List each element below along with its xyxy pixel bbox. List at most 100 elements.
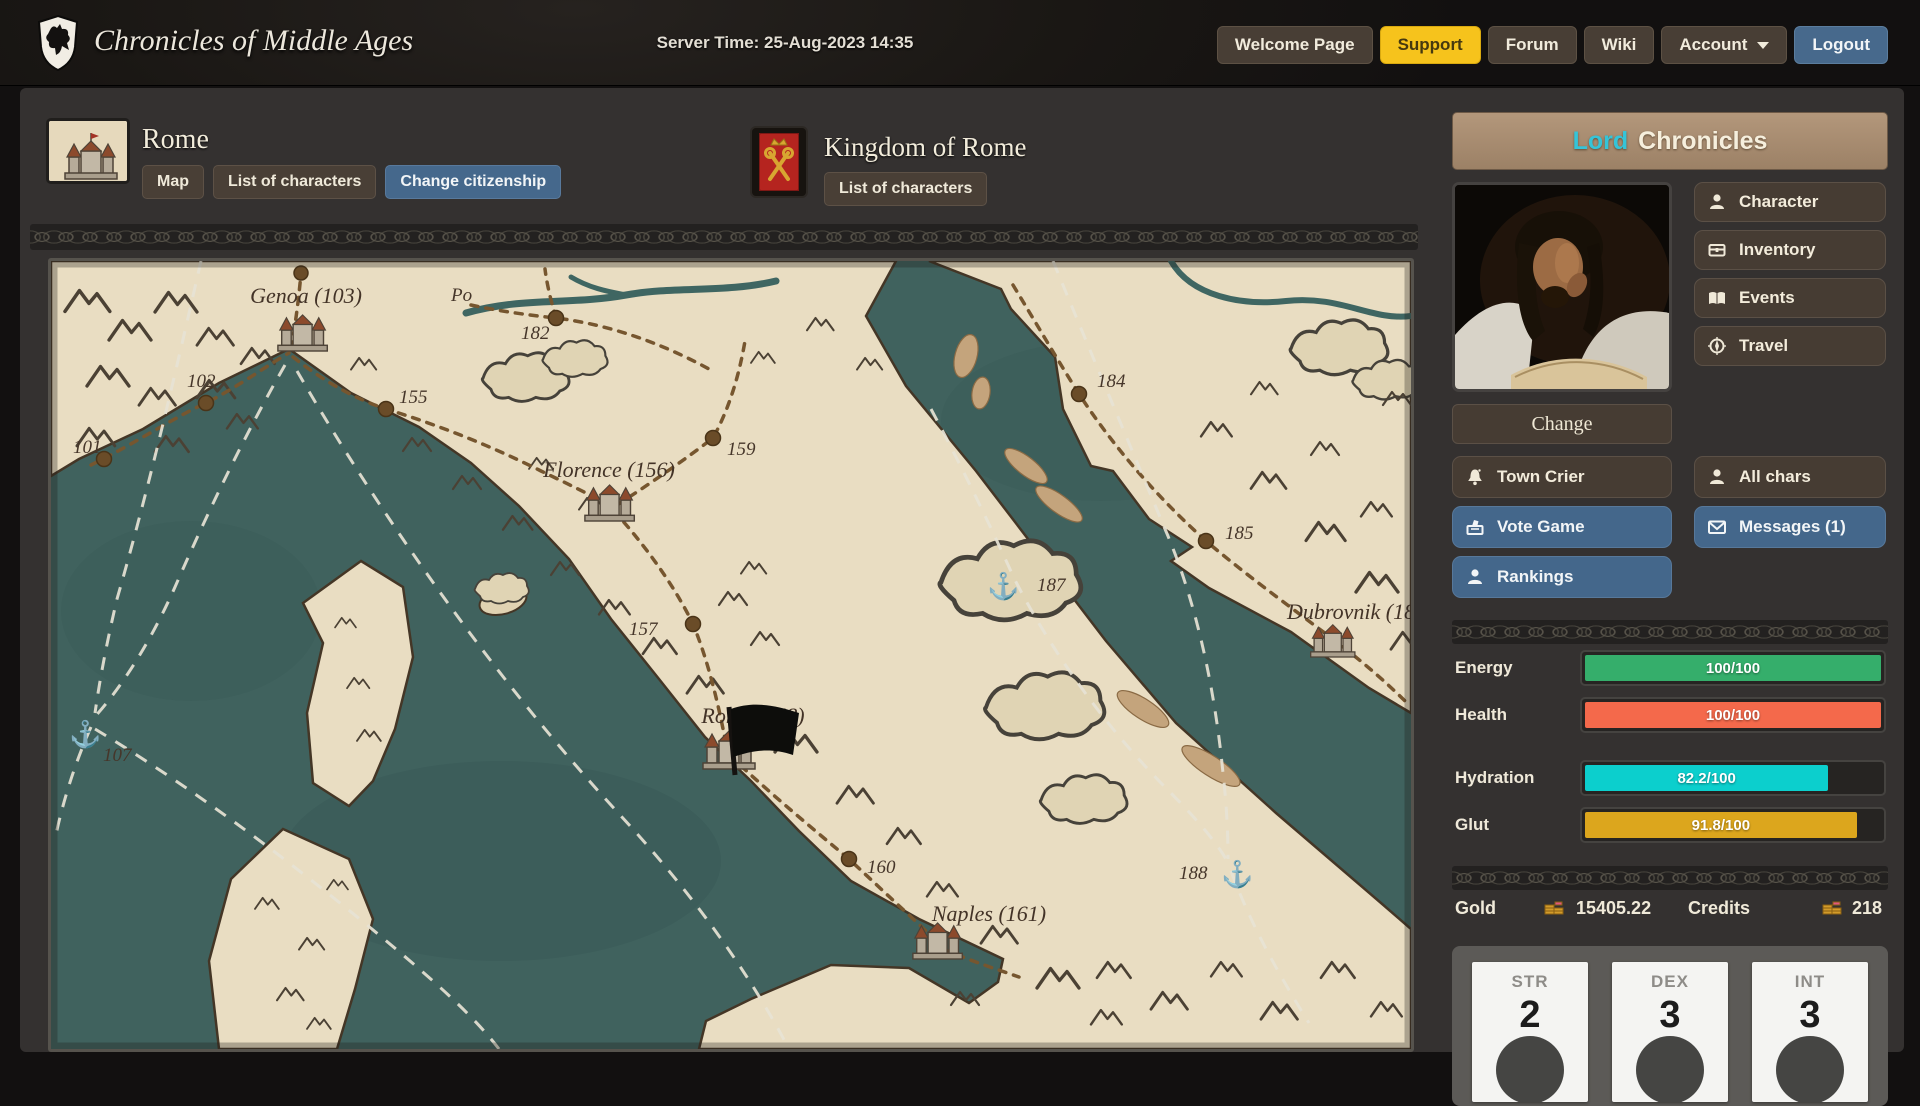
attribute-card-dex[interactable]: DEX 3 xyxy=(1612,962,1728,1102)
book-icon xyxy=(1707,288,1727,308)
kingdom-buttons: List of characters xyxy=(824,172,987,206)
stat-label-hydration: Hydration xyxy=(1455,768,1534,788)
health-bar: 100/100 xyxy=(1580,697,1886,733)
map-label-florence[interactable]: Florence (156) xyxy=(542,457,675,482)
health-bar-fill: 100/100 xyxy=(1585,702,1881,728)
nav-logout-button[interactable]: Logout xyxy=(1794,26,1888,64)
ballot-icon xyxy=(1465,517,1485,537)
action-label: Rankings xyxy=(1497,567,1574,587)
player-title: Lord xyxy=(1573,127,1629,156)
attribute-value: 3 xyxy=(1752,994,1868,1037)
all-chars-button[interactable]: All chars xyxy=(1694,456,1886,498)
credits-value: 218 xyxy=(1852,898,1882,919)
bust-icon xyxy=(1707,467,1727,487)
nav-account-dropdown[interactable]: Account xyxy=(1661,26,1787,64)
nav-wiki-button[interactable]: Wiki xyxy=(1584,26,1655,64)
caret-down-icon xyxy=(1757,42,1769,49)
credits-label: Credits xyxy=(1688,898,1750,919)
player-portrait[interactable] xyxy=(1452,182,1672,392)
attribute-label: STR xyxy=(1472,972,1588,992)
compass-icon xyxy=(1707,336,1727,356)
vote-game-button[interactable]: Vote Game xyxy=(1452,506,1672,548)
castle-icon-dubrovnik[interactable] xyxy=(1311,625,1355,657)
map-label-naples[interactable]: Naples (161) xyxy=(931,901,1046,926)
city-map-button[interactable]: Map xyxy=(142,165,204,199)
map-label-dubrovnik[interactable]: Dubrovnik (186) xyxy=(1286,599,1411,624)
map-label-155: 155 xyxy=(399,387,428,408)
map-label-187: 187 xyxy=(1037,575,1067,596)
town-crier-button[interactable]: Town Crier xyxy=(1452,456,1672,498)
castle-icon-genoa[interactable] xyxy=(278,315,327,351)
attribute-value: 2 xyxy=(1472,994,1588,1037)
glut-bar-fill: 91.8/100 xyxy=(1585,812,1857,838)
menu-label: Inventory xyxy=(1739,240,1816,260)
envelope-icon xyxy=(1707,517,1727,537)
attribute-medal-icon xyxy=(1636,1036,1704,1102)
city-characters-button[interactable]: List of characters xyxy=(213,165,376,199)
attribute-card-int[interactable]: INT 3 xyxy=(1752,962,1868,1102)
sidebar-events-button[interactable]: Events xyxy=(1694,278,1886,318)
stat-label-energy: Energy xyxy=(1455,658,1513,678)
rankings-button[interactable]: Rankings xyxy=(1452,556,1672,598)
map-label-genoa[interactable]: Genoa (103) xyxy=(250,283,362,308)
sidebar-character-button[interactable]: Character xyxy=(1694,182,1886,222)
city-crest-icon[interactable] xyxy=(46,118,130,184)
gold-value: 15405.22 xyxy=(1576,898,1651,919)
glut-bar: 91.8/100 xyxy=(1580,807,1886,843)
map-label-182: 182 xyxy=(521,323,550,344)
gold-label: Gold xyxy=(1455,898,1496,919)
map-label-po: Po xyxy=(450,285,472,306)
chain-divider xyxy=(30,224,1418,250)
map-label-188: 188 xyxy=(1179,863,1208,884)
map-svg: ⚓ ⚓ ⚓ Genoa (103) Florence (156) Rome (1… xyxy=(51,261,1411,1049)
attribute-label: DEX xyxy=(1612,972,1728,992)
stat-label-health: Health xyxy=(1455,705,1507,725)
anchor-icon: ⚓ xyxy=(1221,859,1253,889)
change-portrait-button[interactable]: Change xyxy=(1452,404,1672,444)
nav-welcome-page-button[interactable]: Welcome Page xyxy=(1217,26,1373,64)
credits-coins-icon xyxy=(1820,897,1844,921)
world-map[interactable]: ⚓ ⚓ ⚓ Genoa (103) Florence (156) Rome (1… xyxy=(48,258,1414,1052)
sidebar-inventory-button[interactable]: Inventory xyxy=(1694,230,1886,270)
city-name: Rome xyxy=(142,124,209,156)
action-label: Town Crier xyxy=(1497,467,1585,487)
change-citizenship-button[interactable]: Change citizenship xyxy=(385,165,561,199)
map-label-157: 157 xyxy=(629,619,659,640)
city-buttons: Map List of characters Change citizenshi… xyxy=(142,165,561,199)
attribute-medal-icon xyxy=(1776,1036,1844,1102)
app-title: Chronicles of Middle Ages xyxy=(94,24,413,58)
top-bar: Chronicles of Middle Ages Server Time: 2… xyxy=(0,0,1920,86)
kingdom-crest-icon[interactable] xyxy=(750,126,808,198)
nav-support-button[interactable]: Support xyxy=(1380,26,1481,64)
action-label: Messages (1) xyxy=(1739,517,1846,537)
server-time: Server Time: 25-Aug-2023 14:35 xyxy=(560,33,1010,53)
player-name-plate[interactable]: Lord Chronicles xyxy=(1452,112,1888,170)
map-label-184: 184 xyxy=(1097,371,1126,392)
top-nav: Welcome Page Support Forum Wiki Account … xyxy=(1217,26,1888,64)
kingdom-name: Kingdom of Rome xyxy=(824,132,1027,163)
hydration-bar: 82.2/100 xyxy=(1580,760,1886,796)
bust-icon xyxy=(1707,192,1727,212)
map-label-102: 102 xyxy=(187,371,216,392)
chest-icon xyxy=(1707,240,1727,260)
anchor-icon: ⚓ xyxy=(69,719,101,749)
kingdom-characters-button[interactable]: List of characters xyxy=(824,172,987,206)
nav-account-label: Account xyxy=(1679,35,1747,55)
action-label: Vote Game xyxy=(1497,517,1585,537)
castle-icon-florence[interactable] xyxy=(585,485,634,521)
bell-icon xyxy=(1465,467,1485,487)
nav-forum-button[interactable]: Forum xyxy=(1488,26,1577,64)
castle-icon-naples[interactable] xyxy=(913,923,962,959)
player-name: Chronicles xyxy=(1638,127,1767,156)
menu-label: Character xyxy=(1739,192,1818,212)
attribute-card-str[interactable]: STR 2 xyxy=(1472,962,1588,1102)
attribute-value: 3 xyxy=(1612,994,1728,1037)
sidebar-travel-button[interactable]: Travel xyxy=(1694,326,1886,366)
map-label-185: 185 xyxy=(1225,523,1254,544)
messages-button[interactable]: Messages (1) xyxy=(1694,506,1886,548)
map-label-160: 160 xyxy=(867,857,896,878)
wolf-shield-logo-icon[interactable] xyxy=(36,15,80,71)
map-label-159: 159 xyxy=(727,439,756,460)
bust-icon xyxy=(1465,567,1485,587)
app-root: Chronicles of Middle Ages Server Time: 2… xyxy=(0,0,1920,1052)
